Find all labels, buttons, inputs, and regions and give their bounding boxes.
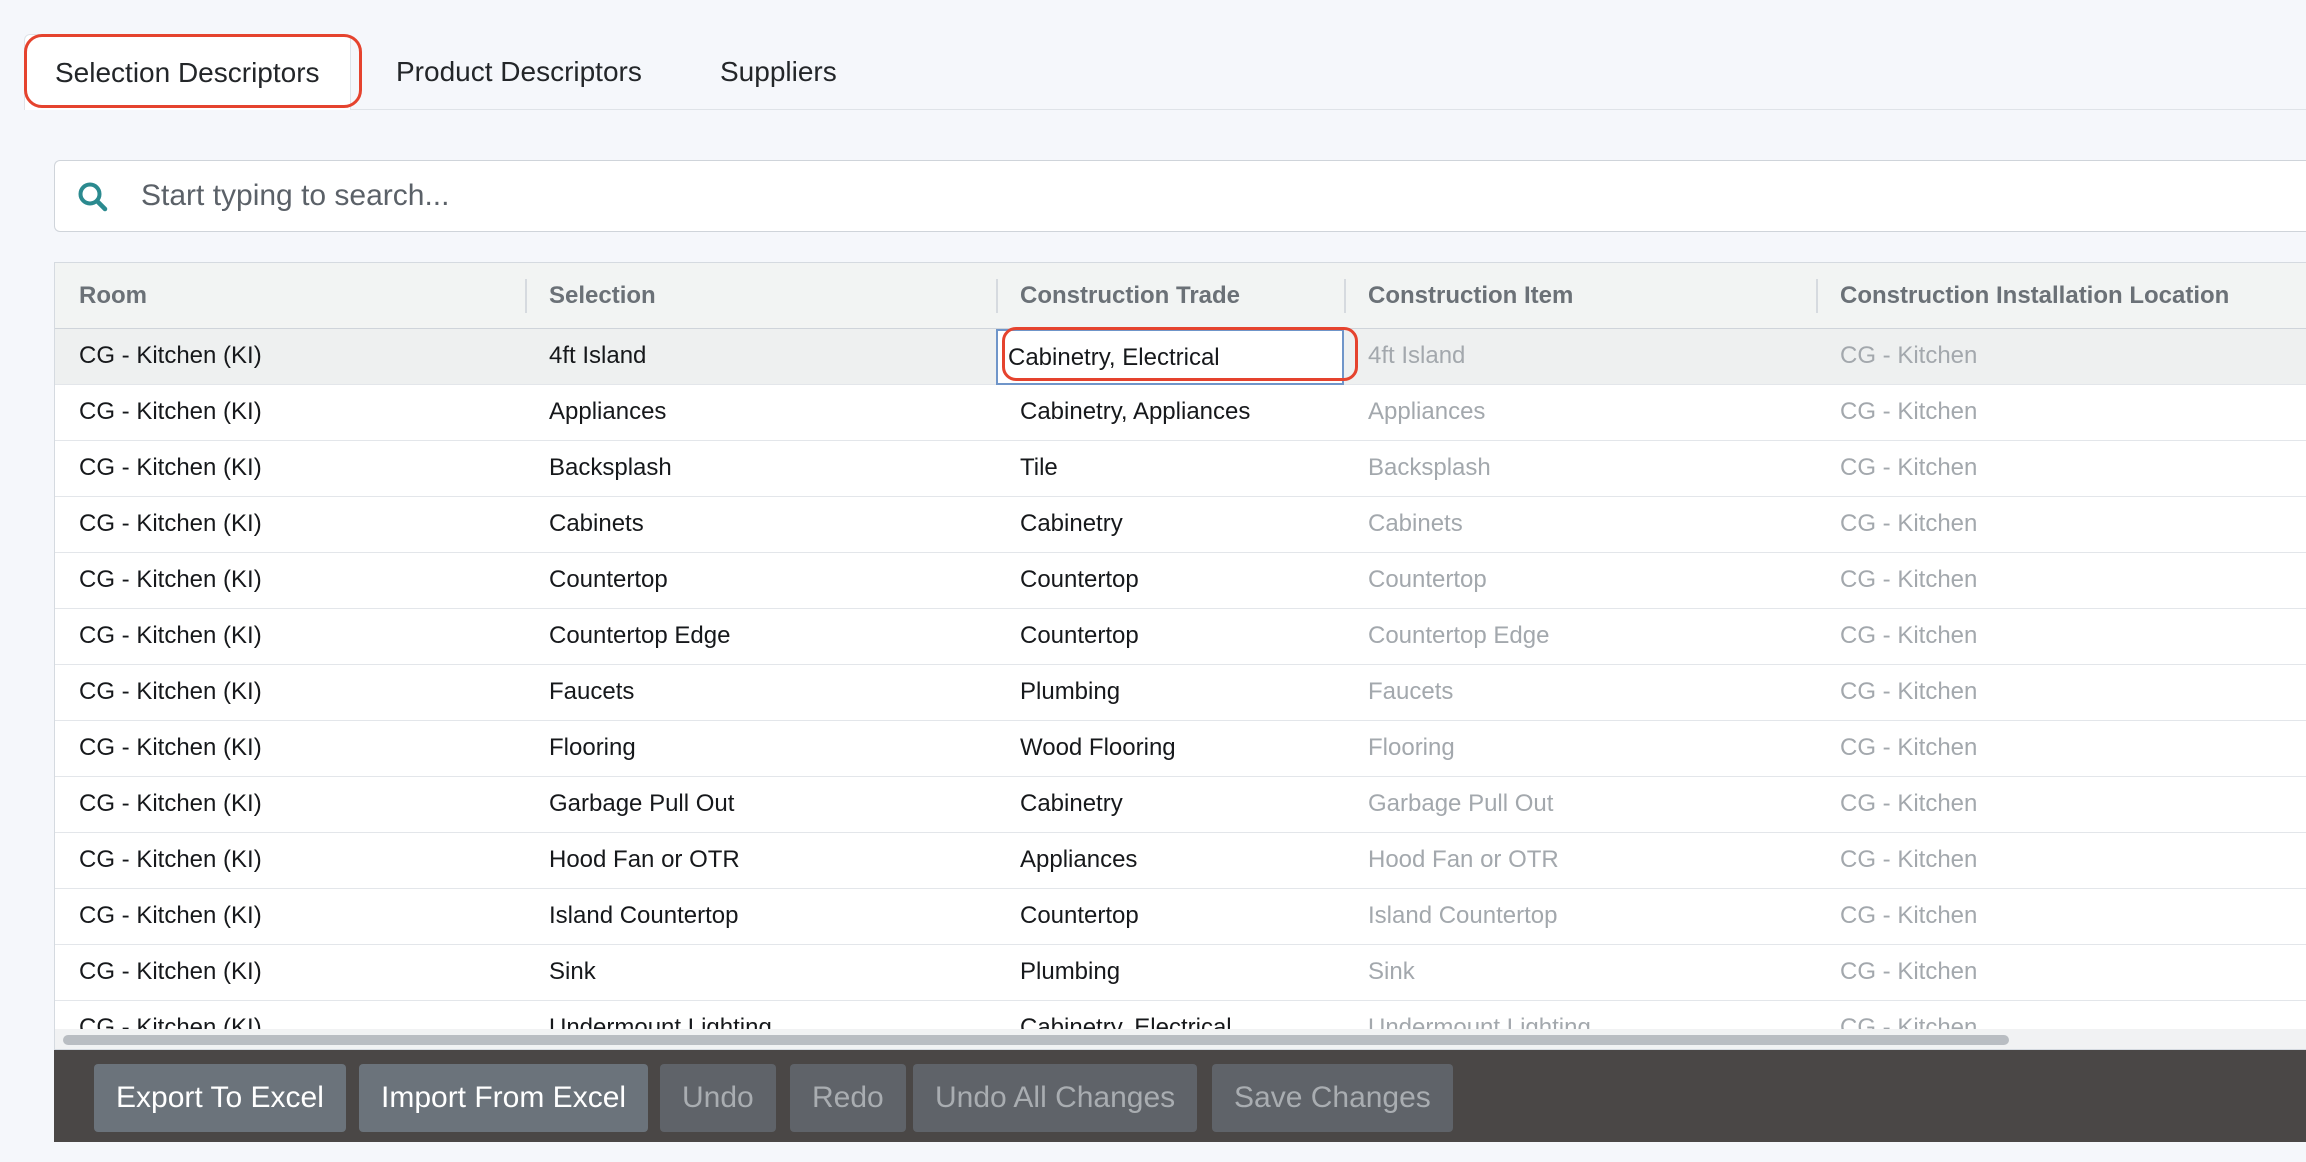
cell-construction-trade[interactable]: Cabinetry, Electrical (996, 329, 1344, 385)
scrollbar-thumb[interactable] (63, 1035, 2009, 1045)
column-header-construction-trade[interactable]: Construction Trade (996, 263, 1240, 329)
cell-installation-location[interactable]: CG - Kitchen (1816, 329, 2306, 385)
cell-construction-item[interactable]: Appliances (1344, 385, 1816, 441)
table-row[interactable]: CG - Kitchen (KI) 4ft Island Cabinetry, El… (55, 329, 2306, 385)
cell-selection[interactable]: Island Countertop (525, 889, 996, 945)
tab-bar: Selection Descriptors Product Descriptor… (24, 34, 2306, 110)
grid-header: Room Selection Construction Trade Constr… (55, 263, 2306, 329)
cell-construction-trade[interactable]: Cabinetry (996, 497, 1344, 553)
cell-room[interactable]: CG - Kitchen (KI) (55, 945, 525, 1001)
cell-construction-trade[interactable]: Plumbing (996, 945, 1344, 1001)
action-toolbar: Export To Excel Import From Excel Undo R… (54, 1050, 2306, 1142)
redo-button[interactable]: Redo (790, 1064, 906, 1132)
cell-installation-location[interactable]: CG - Kitchen (1816, 385, 2306, 441)
cell-construction-trade[interactable]: Cabinetry, Appliances (996, 385, 1344, 441)
cell-construction-item[interactable]: Cabinets (1344, 497, 1816, 553)
cell-room[interactable]: CG - Kitchen (KI) (55, 385, 525, 441)
search-icon (78, 182, 108, 212)
cell-room[interactable]: CG - Kitchen (KI) (55, 441, 525, 497)
table-row[interactable]: CG - Kitchen (KI) Sink Plumbing Sink CG - Ki… (55, 945, 2306, 1001)
cell-construction-trade[interactable]: Countertop (996, 553, 1344, 609)
table-row[interactable]: CG - Kitchen (KI) Countertop Countertop Cou… (55, 553, 2306, 609)
column-header-construction-installation-location[interactable]: Construction Installation Location (1816, 263, 2229, 329)
table-row[interactable]: CG - Kitchen (KI) Flooring Wood Flooring Fl… (55, 721, 2306, 777)
cell-installation-location[interactable]: CG - Kitchen (1816, 609, 2306, 665)
cell-room[interactable]: CG - Kitchen (KI) (55, 833, 525, 889)
cell-installation-location[interactable]: CG - Kitchen (1816, 721, 2306, 777)
cell-construction-item[interactable]: 4ft Island (1344, 329, 1816, 385)
cell-room[interactable]: CG - Kitchen (KI) (55, 609, 525, 665)
search-input[interactable] (127, 161, 2287, 231)
cell-installation-location[interactable]: CG - Kitchen (1816, 441, 2306, 497)
table-row[interactable]: CG - Kitchen (KI) Faucets Plumbing Faucets C… (55, 665, 2306, 721)
tab-suppliers[interactable]: Suppliers (720, 34, 837, 110)
horizontal-scrollbar[interactable] (55, 1029, 2306, 1049)
cell-installation-location[interactable]: CG - Kitchen (1816, 665, 2306, 721)
cell-selection[interactable]: Appliances (525, 385, 996, 441)
cell-installation-location[interactable]: CG - Kitchen (1816, 777, 2306, 833)
cell-selection[interactable]: Countertop Edge (525, 609, 996, 665)
cell-construction-item[interactable]: Flooring (1344, 721, 1816, 777)
cell-installation-location[interactable]: CG - Kitchen (1816, 553, 2306, 609)
cell-installation-location[interactable]: CG - Kitchen (1816, 833, 2306, 889)
cell-selection[interactable]: Flooring (525, 721, 996, 777)
cell-construction-trade[interactable]: Cabinetry (996, 777, 1344, 833)
data-grid: Room Selection Construction Trade Constr… (54, 262, 2306, 1050)
cell-room[interactable]: CG - Kitchen (KI) (55, 777, 525, 833)
search-bar (54, 160, 2306, 232)
cell-construction-item[interactable]: Countertop (1344, 553, 1816, 609)
undo-all-changes-button[interactable]: Undo All Changes (913, 1064, 1198, 1132)
cell-selection[interactable]: 4ft Island (525, 329, 996, 385)
cell-construction-item[interactable]: Island Countertop (1344, 889, 1816, 945)
cell-selection[interactable]: Backsplash (525, 441, 996, 497)
cell-selection[interactable]: Sink (525, 945, 996, 1001)
table-row[interactable]: CG - Kitchen (KI) Appliances Cabinetry, Ap… (55, 385, 2306, 441)
cell-installation-location[interactable]: CG - Kitchen (1816, 945, 2306, 1001)
table-row[interactable]: CG - Kitchen (KI) Cabinets Cabinetry Cabine… (55, 497, 2306, 553)
table-row[interactable]: CG - Kitchen (KI) Island Countertop Counte… (55, 889, 2306, 945)
cell-selection[interactable]: Faucets (525, 665, 996, 721)
cell-installation-location[interactable]: CG - Kitchen (1816, 889, 2306, 945)
grid-body: CG - Kitchen (KI) 4ft Island Cabinetry, El… (55, 329, 2306, 1033)
cell-selection[interactable]: Garbage Pull Out (525, 777, 996, 833)
cell-room[interactable]: CG - Kitchen (KI) (55, 497, 525, 553)
cell-construction-item[interactable]: Garbage Pull Out (1344, 777, 1816, 833)
import-from-excel-button[interactable]: Import From Excel (359, 1064, 649, 1132)
undo-button[interactable]: Undo (660, 1064, 776, 1132)
column-header-construction-item[interactable]: Construction Item (1344, 263, 1573, 329)
cell-selection[interactable]: Hood Fan or OTR (525, 833, 996, 889)
cell-room[interactable]: CG - Kitchen (KI) (55, 553, 525, 609)
cell-construction-item[interactable]: Hood Fan or OTR (1344, 833, 1816, 889)
cell-construction-item[interactable]: Countertop Edge (1344, 609, 1816, 665)
cell-construction-trade[interactable]: Countertop (996, 889, 1344, 945)
cell-construction-trade[interactable]: Wood Flooring (996, 721, 1344, 777)
table-row[interactable]: CG - Kitchen (KI) Backsplash Tile Backsplas… (55, 441, 2306, 497)
cell-construction-trade[interactable]: Tile (996, 441, 1344, 497)
tab-selection-descriptors[interactable]: Selection Descriptors (24, 34, 351, 110)
cell-installation-location[interactable]: CG - Kitchen (1816, 497, 2306, 553)
column-header-selection[interactable]: Selection (525, 263, 656, 329)
column-header-room[interactable]: Room (55, 263, 147, 329)
export-to-excel-button[interactable]: Export To Excel (94, 1064, 346, 1132)
cell-room[interactable]: CG - Kitchen (KI) (55, 889, 525, 945)
table-row[interactable]: CG - Kitchen (KI) Garbage Pull Out Cabinet… (55, 777, 2306, 833)
table-row[interactable]: CG - Kitchen (KI) Hood Fan or OTR Applianc… (55, 833, 2306, 889)
cell-construction-trade[interactable]: Plumbing (996, 665, 1344, 721)
cell-construction-trade[interactable]: Appliances (996, 833, 1344, 889)
cell-room[interactable]: CG - Kitchen (KI) (55, 665, 525, 721)
cell-room[interactable]: CG - Kitchen (KI) (55, 329, 525, 385)
cell-construction-trade[interactable]: Countertop (996, 609, 1344, 665)
cell-construction-item[interactable]: Faucets (1344, 665, 1816, 721)
cell-room[interactable]: CG - Kitchen (KI) (55, 721, 525, 777)
cell-construction-item[interactable]: Backsplash (1344, 441, 1816, 497)
table-row[interactable]: CG - Kitchen (KI) Countertop Edge Countert… (55, 609, 2306, 665)
cell-selection[interactable]: Countertop (525, 553, 996, 609)
tab-product-descriptors[interactable]: Product Descriptors (396, 34, 642, 110)
save-changes-button[interactable]: Save Changes (1212, 1064, 1453, 1132)
cell-selection[interactable]: Cabinets (525, 497, 996, 553)
cell-construction-item[interactable]: Sink (1344, 945, 1816, 1001)
